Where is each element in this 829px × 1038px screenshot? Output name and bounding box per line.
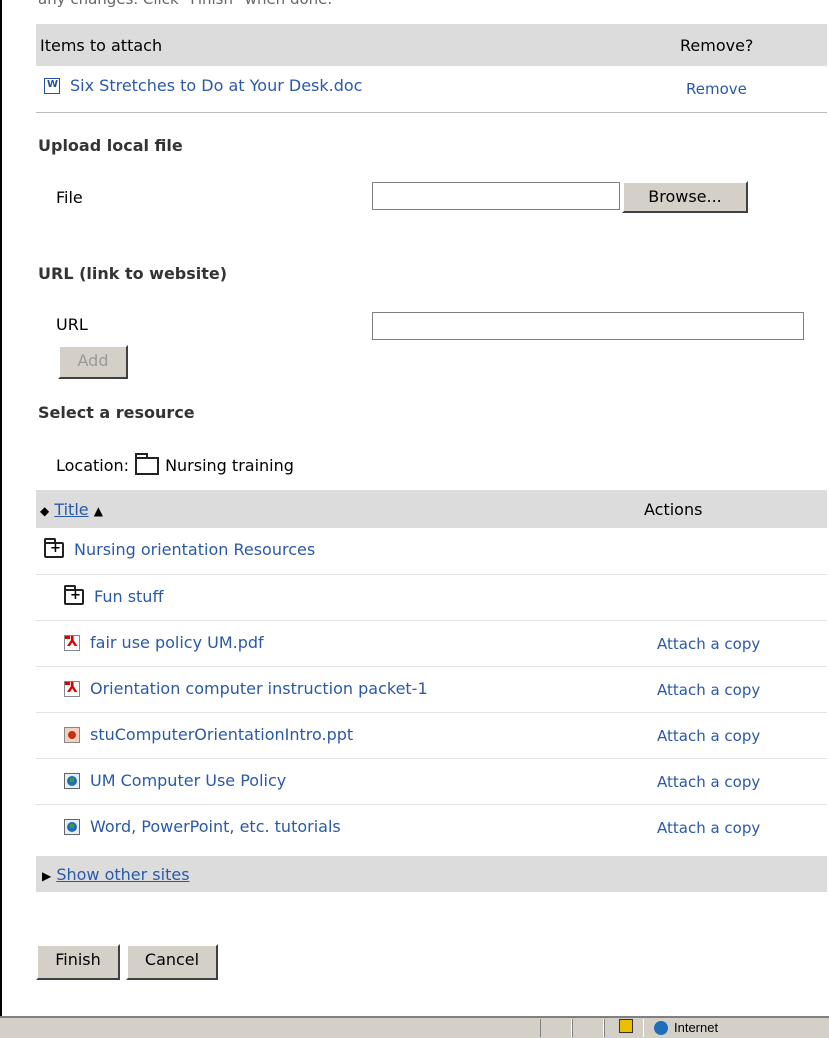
url-section-title: URL (link to website) bbox=[38, 264, 228, 283]
actions-header: Actions bbox=[644, 500, 703, 519]
pdf-icon bbox=[64, 634, 80, 651]
status-pane bbox=[540, 1019, 572, 1037]
resource-row: UM Computer Use Policy Attach a copy bbox=[36, 758, 827, 805]
ppt-icon bbox=[64, 726, 80, 743]
add-button[interactable]: Add bbox=[58, 345, 128, 379]
upload-section-title: Upload local file bbox=[38, 136, 183, 155]
location-line: Location: Nursing training bbox=[56, 452, 294, 475]
instructions-text: any changes. Click "Finish" when done. bbox=[38, 0, 332, 8]
attach-table-header: Items to attach Remove? bbox=[36, 24, 827, 66]
web-link-icon bbox=[64, 772, 80, 789]
status-pane bbox=[572, 1019, 604, 1037]
resource-row: stuComputerOrientationIntro.ppt Attach a… bbox=[36, 712, 827, 759]
folder-link[interactable]: Nursing orientation Resources bbox=[74, 540, 315, 559]
browse-button[interactable]: Browse... bbox=[622, 181, 748, 213]
attach-copy-link[interactable]: Attach a copy bbox=[657, 819, 760, 837]
web-link-icon bbox=[64, 818, 80, 835]
location-name: Nursing training bbox=[165, 456, 294, 475]
resource-name: stuComputerOrientationIntro.ppt bbox=[64, 725, 353, 744]
resource-link[interactable]: Word, PowerPoint, etc. tutorials bbox=[90, 817, 341, 836]
title-column-link[interactable]: Title bbox=[54, 500, 88, 519]
zone-label: Internet bbox=[674, 1020, 719, 1035]
folder-link[interactable]: Fun stuff bbox=[94, 587, 163, 606]
resource-row: + Nursing orientation Resources bbox=[36, 528, 827, 574]
show-other-sites-toggle[interactable]: ▶ Show other sites bbox=[42, 865, 190, 884]
resource-name: UM Computer Use Policy bbox=[64, 771, 286, 790]
file-label: File bbox=[56, 188, 83, 207]
lock-icon bbox=[619, 1019, 633, 1033]
title-sort-header[interactable]: ◆ Title ▲ bbox=[40, 500, 103, 519]
folder-expand-icon[interactable]: + bbox=[44, 537, 64, 558]
resource-name: Orientation computer instruction packet-… bbox=[64, 679, 428, 698]
remove-header: Remove? bbox=[680, 36, 754, 55]
page-frame: any changes. Click "Finish" when done. I… bbox=[0, 0, 829, 1018]
show-other-sites-link[interactable]: Show other sites bbox=[56, 865, 189, 884]
resource-link[interactable]: Orientation computer instruction packet-… bbox=[90, 679, 428, 698]
attach-copy-link[interactable]: Attach a copy bbox=[657, 681, 760, 699]
resource-link[interactable]: fair use policy UM.pdf bbox=[90, 633, 264, 652]
resource-row: Word, PowerPoint, etc. tutorials Attach … bbox=[36, 804, 827, 851]
cancel-button[interactable]: Cancel bbox=[126, 944, 218, 980]
status-bar: Internet bbox=[0, 1016, 829, 1038]
attach-item-row: Six Stretches to Do at Your Desk.doc Rem… bbox=[36, 66, 827, 113]
attach-copy-link[interactable]: Attach a copy bbox=[657, 635, 760, 653]
resource-table-header: ◆ Title ▲ Actions bbox=[36, 490, 827, 528]
sort-ascending-icon: ▲ bbox=[93, 504, 103, 518]
zone-pane: Internet bbox=[654, 1020, 718, 1035]
sort-toggle-icon: ◆ bbox=[40, 504, 50, 518]
remove-link[interactable]: Remove bbox=[686, 80, 747, 98]
resource-name: fair use policy UM.pdf bbox=[64, 633, 264, 652]
show-other-sites-bar: ▶ Show other sites bbox=[36, 856, 827, 892]
location-label: Location: bbox=[56, 456, 130, 475]
attached-file: Six Stretches to Do at Your Desk.doc bbox=[44, 76, 362, 95]
resource-name: + Nursing orientation Resources bbox=[44, 537, 315, 559]
attach-copy-link[interactable]: Attach a copy bbox=[657, 773, 760, 791]
file-input[interactable] bbox=[372, 182, 620, 210]
word-doc-icon bbox=[44, 77, 60, 94]
resource-link[interactable]: stuComputerOrientationIntro.ppt bbox=[90, 725, 353, 744]
resource-row: + Fun stuff bbox=[36, 574, 827, 621]
url-input[interactable] bbox=[372, 312, 804, 340]
items-to-attach-header: Items to attach bbox=[40, 36, 163, 55]
folder-icon bbox=[135, 452, 160, 475]
pdf-icon bbox=[64, 680, 80, 697]
globe-icon bbox=[654, 1020, 668, 1035]
resource-row: Orientation computer instruction packet-… bbox=[36, 666, 827, 713]
security-pane bbox=[604, 1019, 644, 1037]
finish-button[interactable]: Finish bbox=[36, 944, 120, 980]
attached-file-link[interactable]: Six Stretches to Do at Your Desk.doc bbox=[70, 76, 362, 95]
resource-link[interactable]: UM Computer Use Policy bbox=[90, 771, 286, 790]
resource-name: + Fun stuff bbox=[64, 584, 163, 606]
resource-section-title: Select a resource bbox=[38, 403, 195, 422]
expand-triangle-icon: ▶ bbox=[42, 869, 52, 883]
folder-expand-icon[interactable]: + bbox=[64, 584, 84, 605]
attach-copy-link[interactable]: Attach a copy bbox=[657, 727, 760, 745]
url-label: URL bbox=[56, 315, 88, 334]
resource-name: Word, PowerPoint, etc. tutorials bbox=[64, 817, 341, 836]
resource-row: fair use policy UM.pdf Attach a copy bbox=[36, 620, 827, 667]
